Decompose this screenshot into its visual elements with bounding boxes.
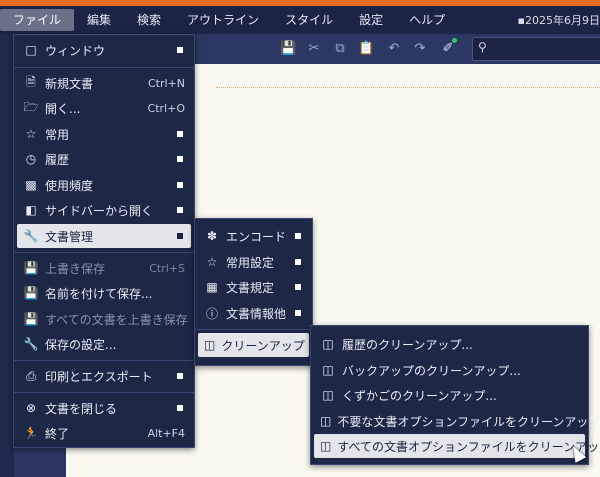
submenu-indicator — [295, 233, 301, 239]
folder-open-icon: 🗁 — [23, 99, 39, 114]
redo-icon[interactable]: ↷ — [412, 41, 428, 57]
submenu-indicator — [177, 373, 183, 379]
submenu-indicator — [177, 131, 183, 137]
file-menu-save[interactable]: 💾 上書き保存 Ctrl+S — [17, 256, 191, 280]
eraser-icon: ◫ — [322, 388, 334, 402]
menu-outline[interactable]: アウトライン — [174, 9, 272, 31]
cleanup-unneeded-option-files[interactable]: ◫ 不要な文書オプションファイルをクリーンアップ... — [314, 409, 600, 433]
file-menu-open[interactable]: 🗁 開く... Ctrl+O — [17, 96, 191, 120]
doc-menu-cleanup[interactable]: ◫ クリーンアップ — [198, 333, 309, 357]
separator — [14, 392, 194, 393]
eraser-icon: ◫ — [204, 338, 216, 352]
wrench-icon: 🔧 — [23, 229, 39, 243]
star-icon: ☆ — [206, 255, 218, 269]
eraser-icon: ◫ — [322, 363, 334, 377]
search-icon: ⚲ — [478, 40, 487, 54]
submenu-indicator — [177, 233, 183, 239]
paste-icon[interactable]: 📋 — [358, 41, 374, 57]
save-icon: 💾 — [23, 261, 39, 275]
cleanup-all-option-files[interactable]: ◫ すべての文書オプションファイルをクリーンアップ... — [314, 434, 600, 458]
toolbar: 💾 ✂ ⧉ 📋 ↶ ↷ ✐ ⚲ — [196, 34, 600, 64]
menu-help[interactable]: ヘルプ — [396, 9, 458, 31]
menu-settings[interactable]: 設定 — [346, 9, 396, 31]
eraser-icon: ◫ — [322, 337, 334, 351]
eraser-icon: ◫ — [320, 414, 332, 428]
clock-icon: ◷ — [25, 152, 37, 166]
date-display: ▪2025年6月9日 — [517, 14, 600, 27]
file-menu-new[interactable]: 🗎 新規文書 Ctrl+N — [17, 71, 191, 95]
submenu-indicator — [177, 47, 183, 53]
cleanup-trash[interactable]: ◫ くずかごのクリーンアップ... — [314, 383, 585, 407]
exit-icon: 🏃 — [23, 426, 39, 440]
file-menu-save-all[interactable]: 💾 すべての文書を上書き保存 — [17, 307, 191, 331]
doc-menu-document-info[interactable]: ⓘ 文書情報他 — [198, 301, 309, 325]
star-icon: ☆ — [25, 127, 37, 141]
cleanup-history[interactable]: ◫ 履歴のクリーンアップ... — [314, 332, 585, 356]
close-circle-icon: ⊗ — [25, 401, 37, 415]
bar-chart-icon: ▩ — [25, 178, 37, 192]
submenu-indicator — [295, 259, 301, 265]
document-rules-icon: ▦ — [206, 280, 218, 294]
status-dot — [452, 38, 457, 43]
submenu-indicator — [295, 284, 301, 290]
encoding-icon: ✽ — [206, 229, 218, 243]
file-menu-window[interactable]: □ ウィンドウ — [17, 38, 191, 62]
file-menu-print-export[interactable]: ⎙ 印刷とエクスポート — [17, 364, 191, 388]
doc-menu-encoding[interactable]: ✽ エンコード — [198, 224, 309, 248]
doc-menu-document-rules[interactable]: ▦ 文書規定 — [198, 275, 309, 299]
cut-icon[interactable]: ✂ — [306, 41, 322, 57]
print-icon: ⎙ — [26, 368, 36, 383]
save-all-icon: 💾 — [23, 312, 39, 326]
separator — [14, 360, 194, 361]
format-brush-icon[interactable]: ✐ — [440, 41, 456, 57]
separator — [14, 252, 194, 253]
info-icon: ⓘ — [205, 306, 218, 321]
save-as-icon: 💾 — [23, 286, 39, 300]
window-icon: □ — [25, 43, 37, 57]
eraser-icon: ◫ — [320, 439, 332, 453]
file-menu-close-document[interactable]: ⊗ 文書を閉じる — [17, 396, 191, 420]
file-menu-history[interactable]: ◷ 履歴 — [17, 147, 191, 171]
new-document-icon: 🗎 — [26, 74, 36, 89]
submenu-indicator — [177, 207, 183, 213]
file-menu-sidebar-open[interactable]: ◧ サイドバーから開く — [17, 198, 191, 222]
save-icon[interactable]: 💾 — [280, 41, 296, 57]
file-menu-exit[interactable]: 🏃 終了 Alt+F4 — [17, 421, 191, 445]
document-management-submenu: ✽ エンコード ☆ 常用設定 ▦ 文書規定 ⓘ 文書情報他 ◫ クリーンアップ — [194, 218, 313, 366]
page-margin-line — [216, 87, 600, 88]
submenu-indicator — [177, 156, 183, 162]
file-menu-save-settings[interactable]: 🔧 保存の設定... — [17, 332, 191, 356]
sidebar-icon: ◧ — [25, 203, 37, 217]
separator — [14, 67, 194, 68]
submenu-indicator — [177, 405, 183, 411]
left-rail — [0, 34, 14, 477]
wrench-icon: 🔧 — [23, 337, 39, 351]
submenu-indicator — [177, 182, 183, 188]
menu-search[interactable]: 検索 — [124, 9, 174, 31]
menu-file[interactable]: ファイル — [0, 9, 75, 31]
menu-edit[interactable]: 編集 — [74, 9, 124, 31]
file-menu: □ ウィンドウ 🗎 新規文書 Ctrl+N 🗁 開く... Ctrl+O ☆ 常… — [13, 34, 195, 448]
search-input[interactable]: ⚲ — [472, 37, 600, 61]
menubar: ファイル 編集 検索 アウトライン スタイル 設定 ヘルプ ▪2025年6月9日 — [0, 6, 600, 34]
menu-style[interactable]: スタイル — [272, 9, 346, 31]
cleanup-submenu: ◫ 履歴のクリーンアップ... ◫ バックアップのクリーンアップ... ◫ くず… — [310, 325, 600, 465]
doc-menu-common-settings[interactable]: ☆ 常用設定 — [198, 250, 309, 274]
submenu-indicator — [295, 310, 301, 316]
file-menu-document-management[interactable]: 🔧 文書管理 — [17, 224, 191, 248]
file-menu-frequency[interactable]: ▩ 使用頻度 — [17, 173, 191, 197]
file-menu-save-as[interactable]: 💾 名前を付けて保存... — [17, 281, 191, 305]
undo-icon[interactable]: ↶ — [386, 41, 402, 57]
copy-icon[interactable]: ⧉ — [332, 41, 348, 57]
separator — [195, 329, 312, 330]
file-menu-favorites[interactable]: ☆ 常用 — [17, 122, 191, 146]
cleanup-backup[interactable]: ◫ バックアップのクリーンアップ... — [314, 358, 585, 382]
